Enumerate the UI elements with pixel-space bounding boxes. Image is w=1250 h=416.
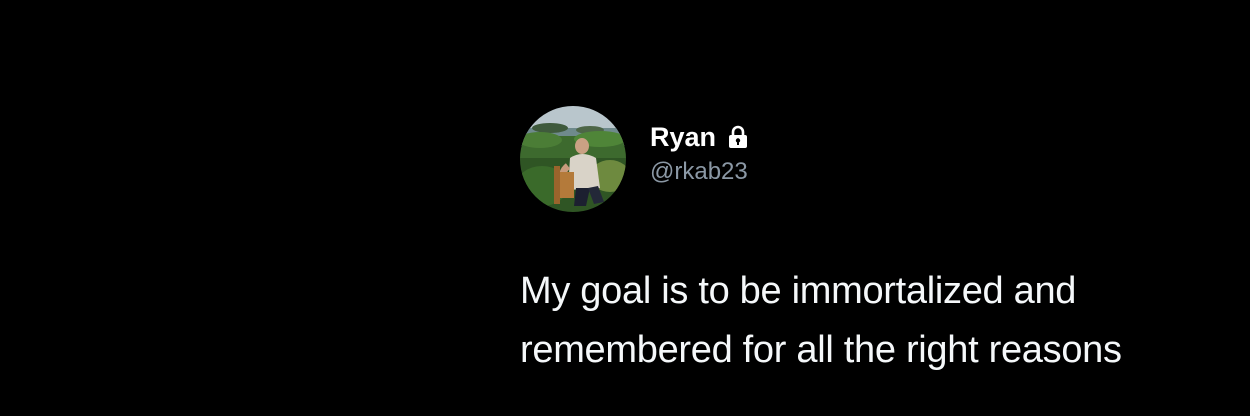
avatar[interactable] [520, 106, 626, 212]
user-handle[interactable]: @rkab23 [650, 157, 748, 187]
avatar-photo [520, 106, 626, 212]
tweet: Ryan @rkab23 My goal is to be immortaliz… [520, 106, 1220, 380]
tweet-text: My goal is to be immortalized and rememb… [520, 262, 1220, 380]
tweet-text-line: remembered for all the right reasons [520, 329, 1122, 371]
display-name[interactable]: Ryan [650, 121, 716, 153]
name-row: Ryan [650, 121, 748, 153]
tweet-header: Ryan @rkab23 [520, 106, 1220, 212]
tweet-text-line: My goal is to be immortalized and [520, 270, 1077, 312]
lock-icon [728, 125, 748, 149]
user-names: Ryan @rkab23 [650, 121, 748, 187]
